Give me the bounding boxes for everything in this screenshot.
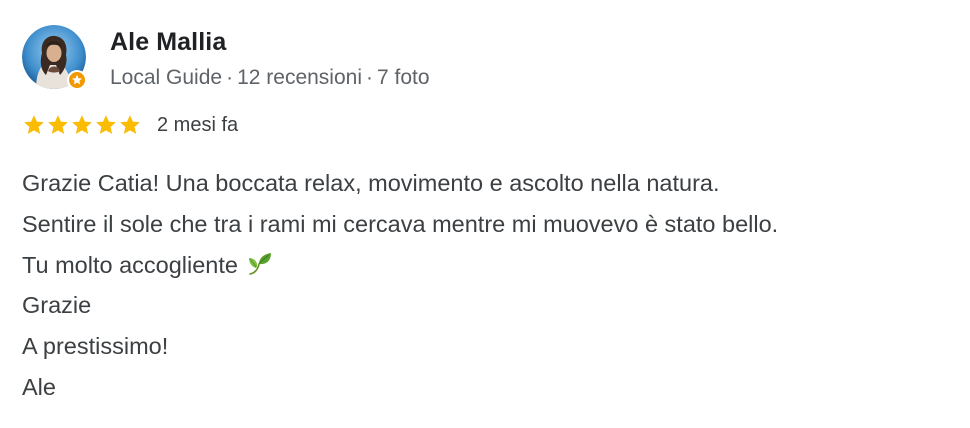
local-guide-label: Local Guide: [110, 66, 223, 89]
review-text-line: Tu molto accogliente: [22, 245, 952, 286]
review-card: Ale Mallia Local Guide · 12 recensioni · 7 f…: [22, 22, 952, 408]
star-rating: [22, 113, 142, 137]
photos-count: 7 foto: [377, 66, 430, 89]
author-meta: Local Guide · 12 recensioni · 7 foto: [110, 65, 430, 91]
review-text-line: Sentire il sole che tra i rami mi cercav…: [22, 210, 779, 237]
meta-separator: ·: [226, 66, 234, 89]
author-info: Ale Mallia Local Guide · 12 recensioni · 7 f…: [110, 27, 430, 91]
author-name[interactable]: Ale Mallia: [110, 27, 430, 57]
star-icon: [24, 115, 44, 134]
rating-row: 2 mesi fa: [22, 113, 952, 137]
reviews-count: 12 recensioni: [237, 66, 362, 89]
review-text: Grazie Catia! Una boccata relax, movimen…: [22, 163, 952, 408]
meta-separator: ·: [366, 66, 373, 89]
star-icon: [96, 115, 116, 134]
review-text-line: Ale: [22, 373, 56, 400]
star-icon: [72, 115, 92, 134]
review-text-line: A prestissimo!: [22, 333, 169, 360]
star-icon: [120, 115, 140, 134]
review-text-line: Grazie Catia! Una boccata relax, movimen…: [22, 170, 720, 196]
local-guide-badge-icon: [67, 70, 87, 90]
review-header: Ale Mallia Local Guide · 12 recensioni · 7 f…: [22, 22, 952, 91]
star-icon: [48, 115, 68, 134]
avatar-container[interactable]: [22, 25, 87, 90]
review-date: 2 mesi fa: [157, 114, 239, 136]
leafy-green-icon: [248, 252, 271, 275]
review-text-line: Grazie: [22, 292, 92, 319]
review-text-fragment: Tu molto accogliente: [22, 251, 238, 278]
